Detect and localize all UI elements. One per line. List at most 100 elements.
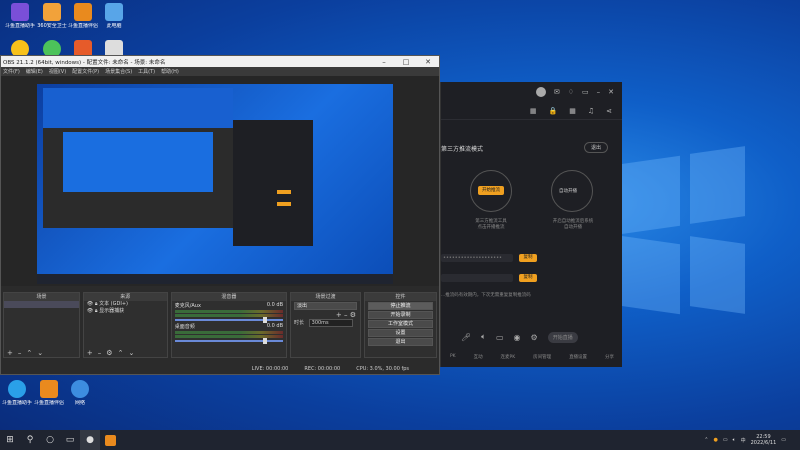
exit-button[interactable]: 退出 [368, 338, 433, 346]
tab-room-manage[interactable]: 房间管理 [533, 354, 551, 360]
preview-area [1, 76, 439, 286]
gear-icon[interactable]: ⚙ [106, 349, 112, 357]
network-icon[interactable]: ▭ [723, 437, 728, 443]
tab-pk[interactable]: PK [450, 354, 456, 360]
volume-icon[interactable]: 🔈︎ [733, 437, 736, 443]
maximize-button[interactable]: □ [395, 58, 417, 66]
down-icon[interactable]: ⌄ [37, 349, 43, 357]
scene-item[interactable] [4, 301, 79, 308]
eye-icon[interactable]: ◉ [514, 333, 521, 342]
wallpaper-beam [620, 155, 680, 235]
system-tray: ⌃ ● ▭ 🔈︎ 中 22:59 2022/6/11 ▭ [704, 434, 800, 446]
tray-app-icon[interactable]: ● [713, 437, 717, 443]
chevron-up-icon[interactable]: ⌃ [704, 437, 708, 443]
add-icon[interactable]: + [87, 349, 93, 357]
scene-icon[interactable]: ▭ [496, 333, 504, 342]
tab-share[interactable]: 分享 [605, 354, 614, 360]
share-icon[interactable]: ⋖ [606, 107, 612, 115]
mixer-channel-name: 麦克风/Aux [174, 303, 201, 309]
notification-icon[interactable]: ▭ [781, 437, 786, 443]
settings-button[interactable]: 设置 [368, 329, 433, 337]
start-recording-button[interactable]: 开始录制 [368, 311, 433, 319]
clock[interactable]: 22:59 2022/6/11 [751, 434, 777, 446]
task-view-icon[interactable]: ○ [40, 430, 60, 450]
menu-tools[interactable]: 工具(T) [138, 68, 155, 75]
search-icon[interactable]: ⚲ [20, 430, 40, 450]
mic-icon[interactable]: 🎤︎ [461, 333, 471, 342]
desktop-icon[interactable]: 360安全卫士 [35, 3, 69, 29]
tab-interact[interactable]: 互动 [474, 354, 483, 360]
desktop-icon[interactable]: 斗鱼直播伴侣 [66, 3, 100, 29]
remove-icon[interactable]: – [18, 349, 22, 357]
close-icon[interactable]: ✕ [608, 88, 614, 96]
studio-mode-button[interactable]: 工作室模式 [368, 320, 433, 328]
bell-icon[interactable]: ♫ [588, 107, 594, 115]
source-item[interactable]: 👁︎ 🔒︎ 文本 (GDI+) [84, 301, 167, 308]
server-url-field[interactable]: •••••••••••••••••••• [441, 254, 513, 262]
tab-link-pk[interactable]: 连麦PK [501, 354, 516, 360]
remove-icon[interactable]: – [98, 349, 102, 357]
window-title: OBS 21.1.2 (64bit, windows) - 配置文件: 未命名 … [3, 59, 166, 66]
avatar[interactable] [535, 87, 546, 97]
source-item[interactable]: 👁︎ 🔒︎ 显示器捕获 [84, 308, 167, 315]
stop-stream-button[interactable]: 停止推流 [368, 302, 433, 310]
lock-icon[interactable]: 🔒 [549, 107, 558, 115]
start-stream-button[interactable]: 开始推流 [478, 186, 504, 195]
desktop-icon[interactable]: 斗鱼直播助手 [3, 3, 37, 29]
speaker-icon[interactable]: 🔈︎ [481, 332, 486, 342]
obs-taskbar-icon[interactable]: ● [80, 430, 100, 450]
stream-key-note: ...推流码有效期内，下次无需重复复制推流码 [441, 293, 531, 298]
add-icon[interactable]: + [336, 311, 342, 319]
desktop-icon-label: 斗鱼直播伴侣 [33, 400, 64, 406]
desktop-icon[interactable]: 斗鱼直播助手 [0, 380, 34, 406]
mixer-channel-name: 桌面音频 [174, 324, 195, 330]
copy-key-button[interactable]: 复制 [519, 274, 537, 282]
start-button[interactable]: ⊞ [0, 430, 20, 450]
obs-statusbar: LIVE: 00:00:00 REC: 00:00:00 CPU: 3.0%, … [1, 364, 439, 374]
close-button[interactable]: ✕ [417, 58, 439, 66]
add-icon[interactable]: + [7, 349, 13, 357]
up-icon[interactable]: ⌃ [26, 349, 32, 357]
preview-canvas[interactable] [37, 84, 393, 284]
ime-indicator[interactable]: 中 [741, 437, 746, 444]
live-app-taskbar-icon[interactable] [100, 430, 120, 450]
tab-live-settings[interactable]: 直播设置 [569, 354, 587, 360]
transition-select[interactable]: 淡出 [294, 302, 358, 310]
desktop-icon[interactable]: 此电脑 [97, 3, 131, 29]
menu-view[interactable]: 视图(V) [49, 68, 66, 75]
up-icon[interactable]: ⌃ [118, 349, 124, 357]
down-icon[interactable]: ⌄ [128, 349, 134, 357]
gift-icon[interactable]: ✉ [554, 88, 560, 96]
gear-icon[interactable]: ⚙ [350, 311, 356, 319]
layout-icon[interactable]: ▦ [530, 107, 537, 115]
task-view-icon[interactable]: ▭ [60, 430, 80, 450]
copy-url-button[interactable]: 复制 [519, 254, 537, 262]
start-live-button[interactable]: 开始直播 [547, 331, 578, 343]
menu-help[interactable]: 帮助(H) [161, 68, 179, 75]
volume-slider[interactable] [174, 338, 284, 344]
transitions-title: 场景过渡 [291, 293, 361, 301]
taskbar: ⊞ ⚲ ○ ▭ ● ⌃ ● ▭ 🔈︎ 中 22:59 2022/6/11 ▭ [0, 430, 800, 450]
menu-file[interactable]: 文件(F) [3, 68, 20, 75]
app-icon [40, 380, 58, 398]
desktop-icon-label: 网络 [74, 400, 85, 406]
menu-edit[interactable]: 编辑(E) [26, 68, 43, 75]
message-icon[interactable]: ▭ [582, 88, 589, 96]
exit-button[interactable]: 退出 [584, 142, 608, 153]
menu-scene-collection[interactable]: 场景集合(S) [105, 68, 132, 75]
grid-icon[interactable]: ▦ [569, 107, 576, 115]
controls-dock: 控件 停止推流 开始录制 工作室模式 设置 退出 [364, 292, 437, 358]
wallpaper-beam [690, 236, 745, 314]
desktop-icon[interactable]: 网络 [63, 380, 97, 406]
duration-label: 时长 [294, 320, 305, 326]
duration-input[interactable]: 300ms [308, 319, 353, 327]
desktop-icon[interactable]: 斗鱼直播伴侣 [32, 380, 66, 406]
menu-profile[interactable]: 配置文件(P) [72, 68, 99, 75]
shirt-icon[interactable]: ♢ [568, 88, 574, 96]
minimize-icon[interactable]: – [597, 88, 601, 96]
volume-slider[interactable] [174, 317, 284, 323]
remove-icon[interactable]: – [344, 311, 348, 319]
gear-icon[interactable]: ⚙ [531, 333, 538, 342]
stream-key-field[interactable] [441, 274, 513, 282]
minimize-button[interactable]: – [373, 58, 395, 66]
